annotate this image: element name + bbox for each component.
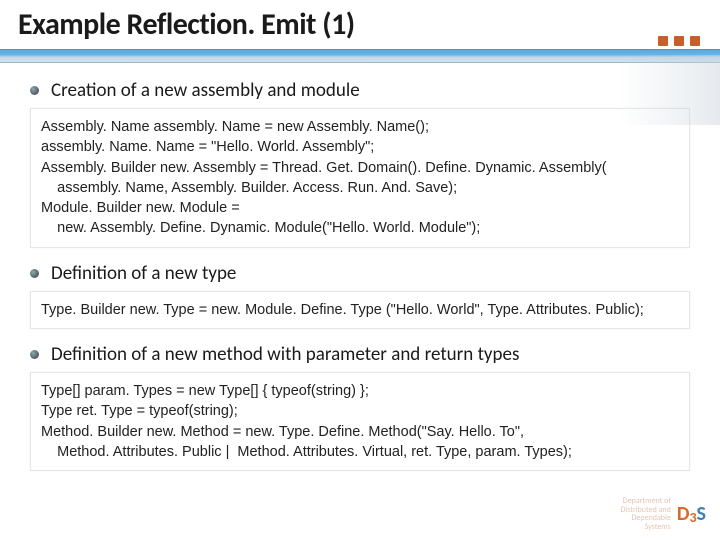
section-new-type: Definition of a new type Type. Builder n…	[30, 262, 690, 329]
content-area: Creation of a new assembly and module As…	[0, 63, 720, 495]
code-block-method: Type[] param. Types = new Type[] { typeo…	[30, 372, 690, 471]
bullet-icon	[30, 86, 39, 95]
code-block-type: Type. Builder new. Type = new. Module. D…	[30, 291, 690, 329]
code-block-assembly: Assembly. Name assembly. Name = new Asse…	[30, 108, 690, 248]
page-title: Example Reflection. Emit (1)	[18, 6, 702, 43]
code-line: assembly. Name, Assembly. Builder. Acces…	[41, 178, 679, 198]
logo-letter-s: S	[697, 502, 706, 526]
section-new-method: Definition of a new method with paramete…	[30, 343, 690, 471]
code-line: Assembly. Name assembly. Name = new Asse…	[41, 117, 679, 137]
logo-digit-3: 3	[689, 509, 696, 526]
footer-badge: Department of Distributed and Dependable…	[620, 497, 706, 532]
bullet-icon	[30, 350, 39, 359]
code-line: new. Assembly. Define. Dynamic. Module("…	[41, 218, 679, 238]
department-label: Department of Distributed and Dependable…	[620, 497, 670, 532]
d3s-logo: D 3 S	[677, 502, 706, 526]
code-line: Type ret. Type = typeof(string);	[41, 401, 679, 421]
code-line: Assembly. Builder new. Assembly = Thread…	[41, 158, 679, 178]
section-assembly-module: Creation of a new assembly and module As…	[30, 79, 690, 248]
code-line: Method. Attributes. Public | Method. Att…	[41, 442, 679, 462]
bullet-icon	[30, 269, 39, 278]
decorative-dots	[658, 36, 700, 46]
code-line: Module. Builder new. Module =	[41, 198, 679, 218]
code-line: Type[] param. Types = new Type[] { typeo…	[41, 381, 679, 401]
dept-line: Systems	[620, 523, 670, 532]
header-ribbon	[0, 49, 720, 63]
section-heading: Definition of a new type	[51, 262, 236, 285]
section-heading: Creation of a new assembly and module	[51, 79, 360, 102]
code-line: Method. Builder new. Method = new. Type.…	[41, 422, 679, 442]
logo-letter-d: D	[677, 502, 690, 526]
code-line: Type. Builder new. Type = new. Module. D…	[41, 300, 679, 320]
section-heading: Definition of a new method with paramete…	[51, 343, 519, 366]
code-line: assembly. Name. Name = "Hello. World. As…	[41, 137, 679, 157]
